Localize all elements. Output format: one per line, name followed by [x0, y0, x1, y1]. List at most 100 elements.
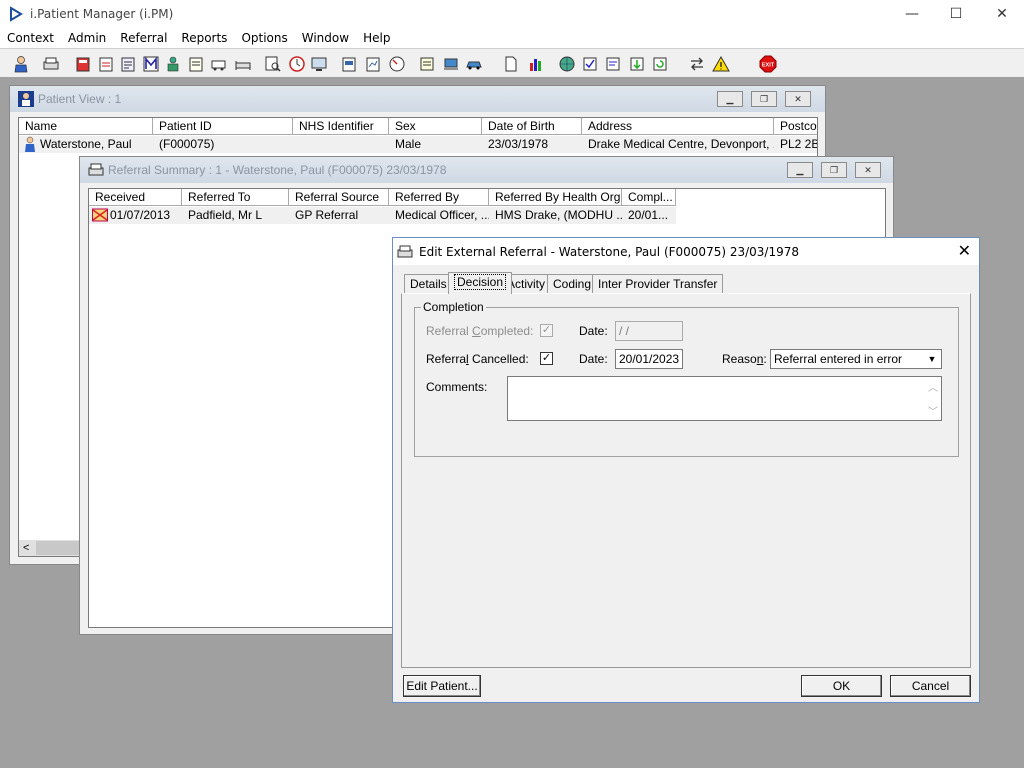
chevron-down-icon[interactable]: ﹀ — [928, 403, 938, 418]
cancel-button[interactable]: Cancel — [890, 675, 971, 697]
referral-cancelled-label: Referral Cancelled: — [426, 352, 529, 366]
page-icon[interactable] — [500, 53, 521, 74]
edit-external-referral-dialog: Edit External Referral - Waterstone, Pau… — [392, 237, 980, 703]
patient-view-minimize-button[interactable]: ▁ — [717, 91, 743, 107]
tab-inter-provider-transfer[interactable]: Inter Provider Transfer — [592, 274, 724, 293]
globe-icon[interactable] — [556, 53, 577, 74]
dialog-caption[interactable]: Edit External Referral - Waterstone, Pau… — [393, 238, 979, 265]
referral-completed-label: Referral Completed: — [426, 324, 533, 338]
reason-select[interactable]: Referral entered in error ▼ — [770, 349, 942, 369]
clock-icon[interactable] — [286, 53, 307, 74]
ambulance-icon[interactable] — [208, 53, 229, 74]
cell-received: 01/07/2013 — [110, 208, 171, 222]
label-part: ompleted: — [480, 324, 534, 338]
maximize-button[interactable]: ☐ — [933, 0, 979, 28]
transport-icon[interactable] — [440, 53, 461, 74]
col-header-referred-to[interactable]: Referred To — [182, 189, 289, 206]
col-header-received[interactable]: Received — [89, 189, 182, 206]
tab-decision[interactable]: Decision — [448, 272, 513, 294]
exit-icon[interactable]: EXIT — [757, 53, 778, 74]
ok-button[interactable]: OK — [801, 675, 882, 697]
check-list-icon[interactable] — [579, 53, 600, 74]
note-icon[interactable] — [416, 53, 437, 74]
gauge-icon[interactable] — [386, 53, 407, 74]
patient-icon[interactable] — [10, 53, 31, 74]
col-header-referred-by-org[interactable]: Referred By Health Org. — [489, 189, 622, 206]
chart-doc-icon[interactable] — [362, 53, 383, 74]
search-doc-icon[interactable] — [262, 53, 283, 74]
monitor-icon[interactable] — [308, 53, 329, 74]
col-header-postcode[interactable]: Postcod — [774, 118, 817, 135]
car-icon[interactable] — [463, 53, 484, 74]
refresh-list-icon[interactable] — [649, 53, 670, 74]
comments-scrollbar[interactable]: ︿ ﹀ — [925, 377, 941, 420]
col-header-referred-by[interactable]: Referred By — [389, 189, 489, 206]
col-header-completed[interactable]: Compl... — [622, 189, 676, 206]
col-header-name[interactable]: Name — [19, 118, 153, 135]
down-list-icon[interactable] — [626, 53, 647, 74]
person-icon[interactable] — [162, 53, 183, 74]
menu-help[interactable]: Help — [356, 31, 397, 45]
col-header-dob[interactable]: Date of Birth — [482, 118, 582, 135]
swap-icon[interactable] — [686, 53, 707, 74]
edit-list-icon[interactable] — [602, 53, 623, 74]
cell-sex: Male — [395, 137, 422, 151]
close-button[interactable]: ✕ — [979, 0, 1024, 28]
completed-date-field[interactable]: / / — [615, 321, 683, 341]
bar-chart-icon[interactable] — [525, 53, 546, 74]
form-icon[interactable] — [185, 53, 206, 74]
app-title: i.Patient Manager (i.PM) — [30, 7, 174, 21]
close-icon: ✕ — [794, 93, 802, 104]
bed-icon[interactable] — [232, 53, 253, 74]
menu-options[interactable]: Options — [234, 31, 294, 45]
menu-reports[interactable]: Reports — [174, 31, 234, 45]
tab-coding[interactable]: Coding — [547, 274, 598, 293]
cell-name: Waterstone, Paul — [40, 137, 132, 151]
comments-label: Comments: — [426, 380, 488, 394]
minimize-button[interactable]: — — [889, 0, 935, 28]
dialog-close-button[interactable]: ✕ — [958, 241, 971, 260]
col-header-address[interactable]: Address — [582, 118, 774, 135]
chevron-left-icon[interactable]: < — [19, 542, 29, 554]
document-icon[interactable] — [117, 53, 138, 74]
cell-referred-to: Padfield, Mr L — [188, 208, 263, 222]
warning-icon[interactable] — [710, 53, 731, 74]
referral-cancelled-checkbox[interactable]: ✓ — [540, 352, 553, 365]
menu-admin[interactable]: Admin — [61, 31, 113, 45]
book-icon[interactable] — [72, 53, 93, 74]
report-icon[interactable] — [338, 53, 359, 74]
patient-view-close-button[interactable]: ✕ — [785, 91, 811, 107]
referral-summary-close-button[interactable]: ✕ — [855, 162, 881, 178]
label-part: Reaso — [722, 352, 757, 366]
col-header-sex[interactable]: Sex — [389, 118, 482, 135]
referral-completed-checkbox[interactable]: ✓ — [540, 324, 553, 337]
menu-window[interactable]: Window — [295, 31, 356, 45]
referral-summary-minimize-button[interactable]: ▁ — [787, 162, 813, 178]
menu-referral[interactable]: Referral — [113, 31, 174, 45]
edit-patient-button[interactable]: Edit Patient... — [403, 675, 481, 697]
patient-icon — [18, 91, 34, 107]
menu-context[interactable]: Context — [0, 31, 61, 45]
col-header-patient-id[interactable]: Patient ID — [153, 118, 293, 135]
chevron-down-icon[interactable]: ▼ — [924, 351, 940, 367]
col-header-nhs-identifier[interactable]: NHS Identifier — [293, 118, 389, 135]
referral-summary-caption[interactable]: Referral Summary : 1 - Waterstone, Paul … — [80, 157, 893, 183]
tab-details[interactable]: Details — [404, 274, 453, 293]
m-icon[interactable] — [140, 53, 161, 74]
patient-view-caption[interactable]: Patient View : 1 — [10, 86, 825, 112]
dialog-title: Edit External Referral - Waterstone, Pau… — [419, 244, 799, 259]
close-icon: ✕ — [957, 241, 971, 260]
print-icon[interactable] — [40, 53, 61, 74]
table-row[interactable]: 01/07/2013 Padfield, Mr L GP Referral Me… — [89, 207, 676, 224]
col-header-referral-source[interactable]: Referral Source — [289, 189, 389, 206]
label-part: Referra — [426, 352, 467, 366]
referral-summary-restore-button[interactable]: ❐ — [821, 162, 847, 178]
chevron-up-icon[interactable]: ︿ — [928, 379, 938, 394]
table-row[interactable]: Waterstone, Paul (F000075) Male 23/03/19… — [19, 136, 818, 153]
notes-icon[interactable] — [95, 53, 116, 74]
cell-postcode: PL2 2B — [780, 137, 818, 151]
comments-textarea[interactable]: ︿ ﹀ — [507, 376, 942, 421]
patient-view-restore-button[interactable]: ❐ — [751, 91, 777, 107]
toolbar: EXIT — [0, 48, 1024, 78]
cancelled-date-field[interactable]: 20/01/2023 — [615, 349, 683, 369]
